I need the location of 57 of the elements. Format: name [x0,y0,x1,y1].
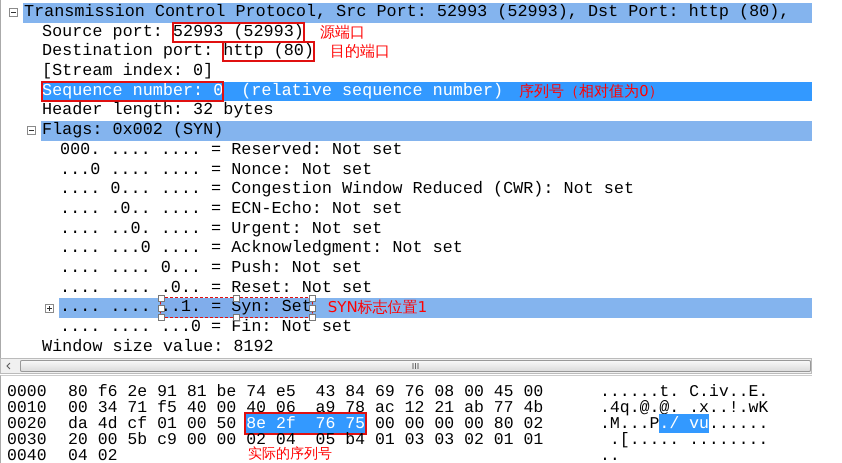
expand-icon[interactable] [45,304,54,313]
tree-row[interactable]: Destination port: http (80) 目的端口 [41,42,812,62]
tree-row[interactable]: Window size value: 8192 [41,338,812,358]
tree-row[interactable]: .... .... 0... = Push: Not set [59,258,812,279]
tree-row[interactable]: .... .... .0.. = Reset: Not set [59,278,812,298]
tree-row[interactable]: .... .0.. .... = ECN-Echo: Not set [59,200,812,220]
ascii-text: .. [600,446,620,463]
tree-row-text: .... ..0. .... = Urgent: Not set [60,220,382,240]
tree-row-text: [Stream index: 0] [42,62,214,82]
tree-row[interactable]: .... ..0. .... = Urgent: Not set [59,220,812,240]
hex-bytes: 00 00 00 00 80 02 [374,414,544,433]
hex-bytes: 8e 2f 76 75 [246,414,366,433]
tree-row-text: .... 0... .... = Congestion Window Reduced (CWR): Not set [60,180,634,200]
ascii-text: ...... [708,414,768,433]
annotation-label: SYN标志位置1 [328,298,428,318]
hex-offset: 0040 [7,446,47,463]
tree-row[interactable]: Header length: 32 bytes [41,101,812,122]
ascii-text: ......t. C.iv..E. [600,382,768,401]
hex-offset: 0000 [7,382,47,401]
tree-row[interactable]: Flags: 0x002 (SYN) [41,121,812,141]
tree-row[interactable]: [Stream index: 0] [41,62,812,82]
tree-row-text: 000. .... .... = Reserved: Not set [60,140,402,160]
ascii-text: .[..... ........ [608,430,768,449]
hex-offset: 0020 [7,414,47,433]
annotation-label: 目的端口 [330,42,390,62]
tree-row-text: Source port: 52993 (52993) [42,22,304,42]
tree-row-text: Destination port: http (80) [42,42,314,62]
hex-bytes: 04 02 [68,446,118,463]
tree-row-text: Flags: 0x002 (SYN) [42,121,224,141]
tree-row-text: .... ...0 .... = Acknowledgment: Not set [60,239,463,259]
tree-row-text: ...0 .... .... = Nonce: Not set [60,160,372,180]
collapse-icon[interactable] [9,8,18,18]
tree-row[interactable]: .... ...0 .... = Acknowledgment: Not set [59,239,812,259]
tree-row-text: Window size value: 8192 [42,338,274,358]
tree-row[interactable]: ...0 .... .... = Nonce: Not set [59,160,812,180]
tree-row-text: Sequence number: 0 [42,82,224,102]
tree-row-text: (relative sequence number) [241,82,504,102]
tree-row-text: .... .0.. .... = ECN-Echo: Not set [60,200,402,220]
hex-offset: 0030 [7,430,47,449]
tree-row[interactable]: 000. .... .... = Reserved: Not set [59,140,812,160]
tree-row-text: Header length: 32 bytes [42,101,274,122]
hex-bytes: da 4d cf 01 00 50 [68,414,236,433]
grip-icon [412,363,419,369]
tree-row-text: .... .... .0.. = Reset: Not set [60,278,372,298]
collapse-icon[interactable] [27,126,36,136]
ascii-text: .4q.@.@. .x..!.wK [600,398,768,417]
hex-bytes: 80 f6 2e 91 81 be 74 e5 43 84 69 76 08 00 45 00 [68,382,544,401]
tree-row-text: .... .... 0... = Push: Not set [60,258,362,279]
annotation-label: 序列号（相对值为0） [519,82,664,102]
hex-bytes: 00 34 71 f5 40 00 40 06 a9 78 ac 12 21 ab 77 4b [68,398,544,417]
ascii-text: ./ vu [659,414,709,433]
tree-row[interactable]: .... 0... .... = Congestion Window Reduced (CWR): Not set [59,180,812,200]
scrollbar-thumb[interactable] [20,360,811,372]
tree-row[interactable]: Source port: 52993 (52993) 源端口 [41,22,812,42]
hex-offset: 0010 [7,398,47,417]
annotation-label: 源端口 [320,22,365,42]
ascii-text: .M...P [600,414,660,433]
